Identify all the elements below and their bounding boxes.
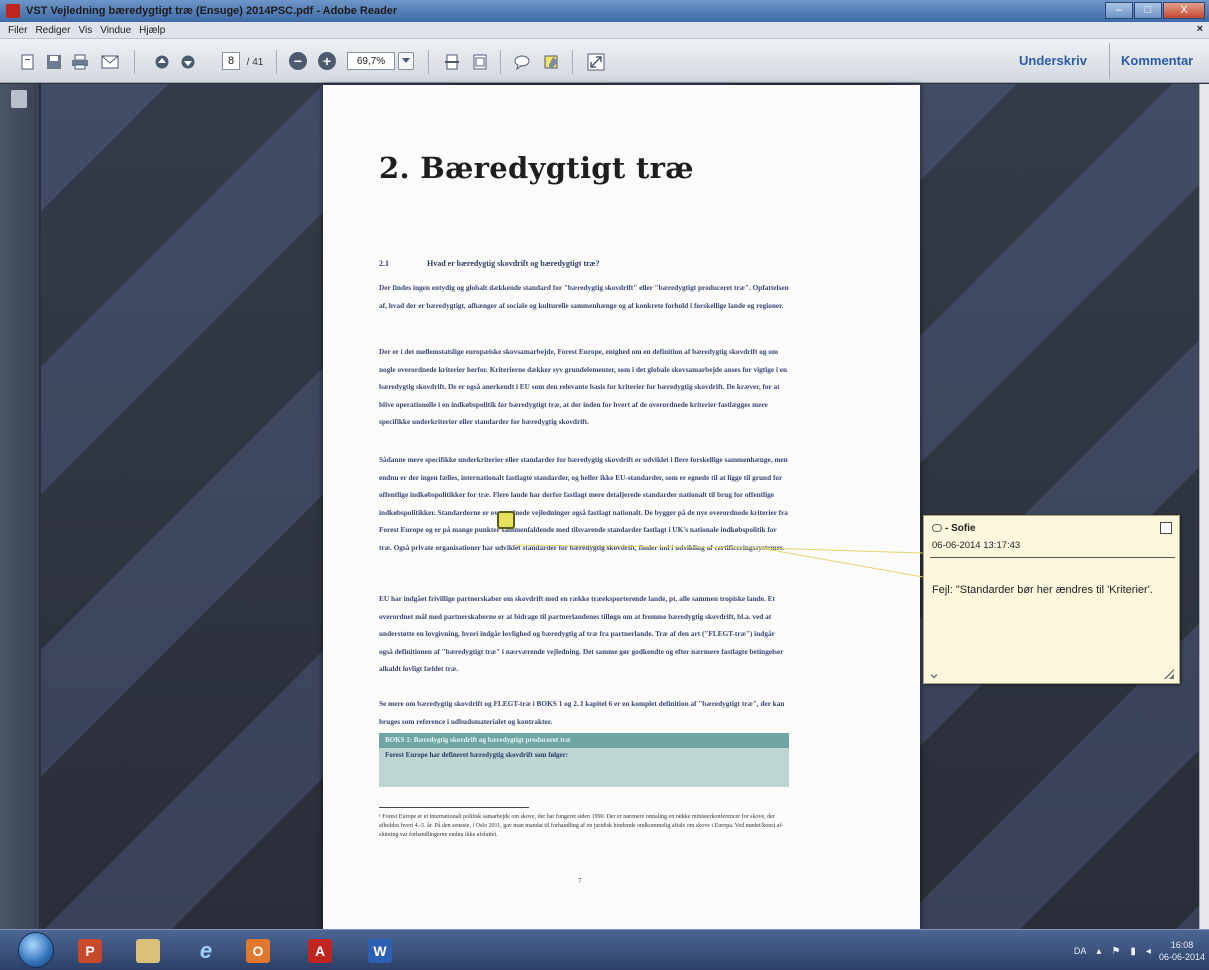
flag-icon[interactable]: ⚑ bbox=[1111, 946, 1120, 957]
word-icon: W bbox=[368, 938, 392, 963]
taskbar-internet-explorer[interactable]: e bbox=[186, 934, 226, 967]
comment-text[interactable]: Fejl: "Standarder bør her ændres til 'Kr… bbox=[932, 583, 1162, 597]
paragraph: EU har indgået frivillige partnerskaber … bbox=[379, 594, 784, 673]
comment-divider bbox=[930, 557, 1175, 558]
adobe-reader-icon: A bbox=[308, 938, 332, 963]
comment-author: - Sofie bbox=[932, 523, 976, 534]
sign-link[interactable]: Underskriv bbox=[1019, 53, 1087, 68]
section-number: 2.1 bbox=[379, 259, 389, 268]
pages-panel-icon[interactable] bbox=[11, 90, 27, 108]
footnote: ¹ Forest Europe er et internationalt pol… bbox=[379, 814, 784, 838]
info-box: BOKS 1: Bæredygtig skovdrift og bæredygt… bbox=[379, 733, 789, 787]
navigation-pane bbox=[0, 84, 40, 929]
clock-date: 06-06-2014 bbox=[1158, 952, 1205, 962]
zoom-out-button[interactable]: − bbox=[289, 52, 307, 70]
network-icon[interactable]: ▮ bbox=[1130, 946, 1136, 957]
previous-page-icon[interactable] bbox=[152, 52, 172, 72]
window-title: VST Vejledning bæredygtigt træ (Ensuge) … bbox=[26, 5, 398, 17]
title-bar: VST Vejledning bæredygtigt træ (Ensuge) … bbox=[0, 0, 1209, 22]
fit-page-icon[interactable] bbox=[442, 52, 462, 72]
paragraph: Se mere om bæredygtig skovdrift og FLEGT… bbox=[379, 699, 785, 726]
language-indicator[interactable]: DA bbox=[1074, 946, 1087, 956]
toolbar: 8 / 41 − + 69,7% Underskriv Kommentar bbox=[0, 39, 1209, 83]
taskbar-outlook[interactable]: O bbox=[238, 934, 278, 967]
show-hidden-icons-icon[interactable]: ▴ bbox=[1096, 946, 1101, 957]
toolbar-separator bbox=[276, 50, 277, 74]
system-tray: DA ▴ ⚑ ▮ ◂ 16:08 06-06-2014 bbox=[1074, 936, 1205, 966]
toolbar-separator bbox=[134, 50, 135, 74]
paragraph: Der er i det mellemstatslige europæiske … bbox=[379, 347, 788, 426]
menu-file[interactable]: Filer bbox=[8, 25, 27, 36]
menu-window[interactable]: Vindue bbox=[100, 25, 131, 36]
save-icon[interactable] bbox=[44, 52, 64, 72]
start-button[interactable] bbox=[18, 932, 54, 968]
menu-edit[interactable]: Rediger bbox=[35, 25, 70, 36]
menu-close-icon[interactable]: × bbox=[1197, 23, 1203, 35]
comment-popup[interactable]: - Sofie 06-06-2014 13:17:43 Fejl: "Stand… bbox=[923, 515, 1180, 684]
toolbar-separator bbox=[572, 50, 573, 74]
page-number: 7 bbox=[578, 877, 582, 885]
page-number-input[interactable]: 8 bbox=[222, 52, 240, 70]
info-box-text: Forest Europe har defineret bæredygtig s… bbox=[385, 751, 569, 759]
resize-grip-icon[interactable] bbox=[1164, 669, 1174, 679]
taskbar-explorer[interactable] bbox=[128, 934, 168, 967]
sticky-note-icon[interactable] bbox=[512, 52, 532, 72]
taskbar-adobe-reader[interactable]: A bbox=[300, 934, 340, 967]
create-icon[interactable] bbox=[18, 52, 38, 72]
next-page-icon[interactable] bbox=[178, 52, 198, 72]
page-total: / 41 bbox=[246, 56, 264, 68]
toolbar-separator bbox=[500, 50, 501, 74]
minimize-button[interactable]: – bbox=[1105, 2, 1133, 19]
taskbar-word[interactable]: W bbox=[360, 934, 400, 967]
pdf-page: 2. Bæredygtigt træ 2.1 Hvad er bæredygtig… bbox=[323, 85, 920, 930]
comment-bubble-icon bbox=[932, 524, 942, 532]
zoom-level-input[interactable]: 69,7% bbox=[347, 52, 395, 70]
full-screen-icon[interactable] bbox=[586, 52, 606, 72]
powerpoint-icon: P bbox=[78, 938, 102, 963]
clock-time: 16:08 bbox=[1170, 940, 1194, 950]
section-heading: 2.1 Hvad er bæredygtig skovdrift og bæred… bbox=[379, 259, 599, 268]
chapter-heading: 2. Bæredygtigt træ bbox=[379, 151, 694, 185]
volume-icon[interactable]: ◂ bbox=[1146, 946, 1151, 957]
highlight-icon[interactable] bbox=[542, 52, 562, 72]
print-icon[interactable] bbox=[70, 52, 90, 72]
internet-explorer-icon: e bbox=[199, 937, 213, 963]
zoom-in-button[interactable]: + bbox=[318, 52, 336, 70]
menu-bar: Filer Rediger Vis Vindue Hjælp × bbox=[0, 22, 1209, 39]
paragraph: Sådanne mere specifikke underkriterier e… bbox=[379, 455, 788, 552]
email-icon[interactable] bbox=[100, 52, 120, 72]
comment-marker-icon[interactable] bbox=[497, 511, 515, 529]
folder-icon bbox=[136, 938, 160, 963]
adobe-reader-icon bbox=[6, 4, 20, 18]
taskbar: P e O A W DA ▴ ⚑ ▮ ◂ 16:08 06-06-2014 bbox=[0, 929, 1209, 970]
clock[interactable]: 16:08 06-06-2014 bbox=[1159, 939, 1205, 963]
comment-date: 06-06-2014 13:17:43 bbox=[932, 540, 1021, 551]
zoom-dropdown-chevron-icon[interactable] bbox=[398, 52, 414, 70]
fit-width-icon[interactable] bbox=[470, 52, 490, 72]
close-button[interactable]: X bbox=[1163, 2, 1205, 19]
comment-options-icon[interactable] bbox=[1160, 522, 1172, 534]
toolbar-separator bbox=[428, 50, 429, 74]
outlook-icon: O bbox=[246, 938, 270, 963]
info-box-title: BOKS 1: Bæredygtig skovdrift og bæredygt… bbox=[379, 733, 789, 748]
comment-collapse-icon[interactable] bbox=[930, 671, 938, 679]
maximize-button[interactable]: □ bbox=[1134, 2, 1162, 19]
paragraph: Der findes ingen entydig og globalt dækk… bbox=[379, 283, 789, 310]
window-controls: – □ X bbox=[1104, 2, 1205, 19]
toolbar-separator bbox=[1109, 43, 1110, 79]
footnote-divider bbox=[379, 807, 529, 808]
menu-help[interactable]: Hjælp bbox=[139, 25, 165, 36]
vertical-scrollbar[interactable] bbox=[1199, 84, 1209, 929]
section-title: Hvad er bæredygtig skovdrift og bæredygt… bbox=[427, 259, 600, 268]
taskbar-powerpoint[interactable]: P bbox=[70, 934, 110, 967]
menu-view[interactable]: Vis bbox=[78, 25, 92, 36]
comment-link[interactable]: Kommentar bbox=[1121, 53, 1193, 68]
